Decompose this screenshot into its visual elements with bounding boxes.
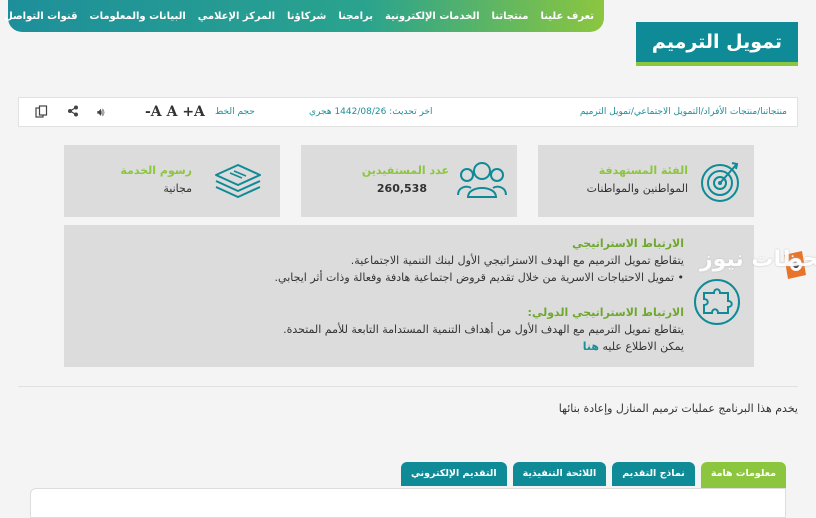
- tab-important-info[interactable]: معلومات هامة: [700, 462, 786, 488]
- intl-strategy-line: يتقاطع تمويل الترميم مع الهدف الأول من أ…: [283, 323, 684, 336]
- font-normal-button[interactable]: A: [167, 104, 178, 120]
- target-label: الفئة المستهدفة: [598, 164, 688, 177]
- font-size-label: حجم الخط: [215, 107, 255, 117]
- top-navigation: تعرف علينا منتجاتنا الخدمات الإلكترونية …: [4, 0, 604, 32]
- nav-item-contact[interactable]: قنوات التواصل: [4, 11, 77, 22]
- speaker-icon[interactable]: 🔊︎: [97, 105, 105, 120]
- target-icon: [701, 162, 739, 202]
- info-tabs: معلومات هامة نماذج التقديم اللائحة التنف…: [400, 462, 786, 488]
- nav-item-programs[interactable]: برامجنا: [338, 11, 373, 22]
- tab-content-panel: [30, 488, 786, 518]
- nav-item-data[interactable]: البيانات والمعلومات: [90, 11, 186, 22]
- last-update: اخر تحديث: 1442/08/26 هجري: [309, 107, 433, 117]
- strategy-line-1: يتقاطع تمويل الترميم مع الهدف الاستراتيج…: [350, 254, 684, 267]
- fees-label: رسوم الخدمة: [120, 164, 192, 177]
- more-info-link[interactable]: هنا: [583, 340, 599, 353]
- strategy-line-2: • تمويل الاحتياجات الاسرية من خلال تقديم…: [274, 271, 684, 284]
- target-value: المواطنين والمواطنات: [586, 182, 688, 195]
- program-description: يخدم هذا البرنامج عمليات ترميم المنازل و…: [558, 402, 798, 415]
- tab-online-application[interactable]: التقديم الإلكتروني: [400, 462, 507, 486]
- intl-strategy-title: الارتباط الاستراتيجي الدولي:: [527, 306, 684, 319]
- font-decrease-button[interactable]: -A: [145, 104, 162, 120]
- beneficiaries-value: 260,538: [376, 182, 427, 195]
- card-target-group: الفئة المستهدفة المواطنين والمواطنات: [538, 145, 754, 217]
- section-divider: [18, 386, 798, 387]
- puzzle-icon: [694, 279, 740, 325]
- more-info-text: يمكن الاطلاع عليه هنا: [582, 340, 684, 353]
- breadcrumb[interactable]: منتجاتنا/منتجات الأفراد/التمويل الاجتماع…: [580, 107, 787, 117]
- share-icon[interactable]: [67, 105, 79, 120]
- nav-item-eservices[interactable]: الخدمات الإلكترونية: [385, 11, 480, 22]
- nav-item-partners[interactable]: شركاؤنا: [287, 11, 326, 22]
- card-beneficiaries: عدد المستفيدين 260,538: [301, 145, 517, 217]
- card-service-fees: رسوم الخدمة مجانية: [64, 145, 280, 217]
- fees-value: مجانية: [163, 182, 192, 195]
- strategy-title: الارتباط الاستراتيجي: [572, 237, 684, 250]
- page-title: تمويل الترميم: [651, 31, 783, 53]
- tab-executive-regulations[interactable]: اللائحة التنفيذية: [512, 462, 607, 486]
- money-stack-icon: [215, 164, 261, 198]
- page-title-box: تمويل الترميم: [636, 22, 798, 66]
- tab-application-forms[interactable]: نماذج التقديم: [612, 462, 695, 486]
- strategic-alignment-panel: الارتباط الاستراتيجي يتقاطع تمويل الترمي…: [64, 225, 754, 367]
- copy-icon[interactable]: [35, 105, 48, 121]
- beneficiaries-label: عدد المستفيدين: [361, 164, 449, 177]
- nav-item-products[interactable]: منتجاتنا: [492, 11, 529, 22]
- font-increase-button[interactable]: +A: [182, 104, 205, 120]
- people-icon: [457, 162, 507, 198]
- nav-item-media-center[interactable]: المركز الإعلامي: [198, 11, 275, 22]
- nav-item-about[interactable]: تعرف علينا: [540, 11, 594, 22]
- watermark-text: لحظات نيوز: [700, 247, 816, 272]
- page-toolbar: منتجاتنا/منتجات الأفراد/التمويل الاجتماع…: [18, 97, 798, 127]
- font-size-controls: -A A +A: [145, 104, 205, 120]
